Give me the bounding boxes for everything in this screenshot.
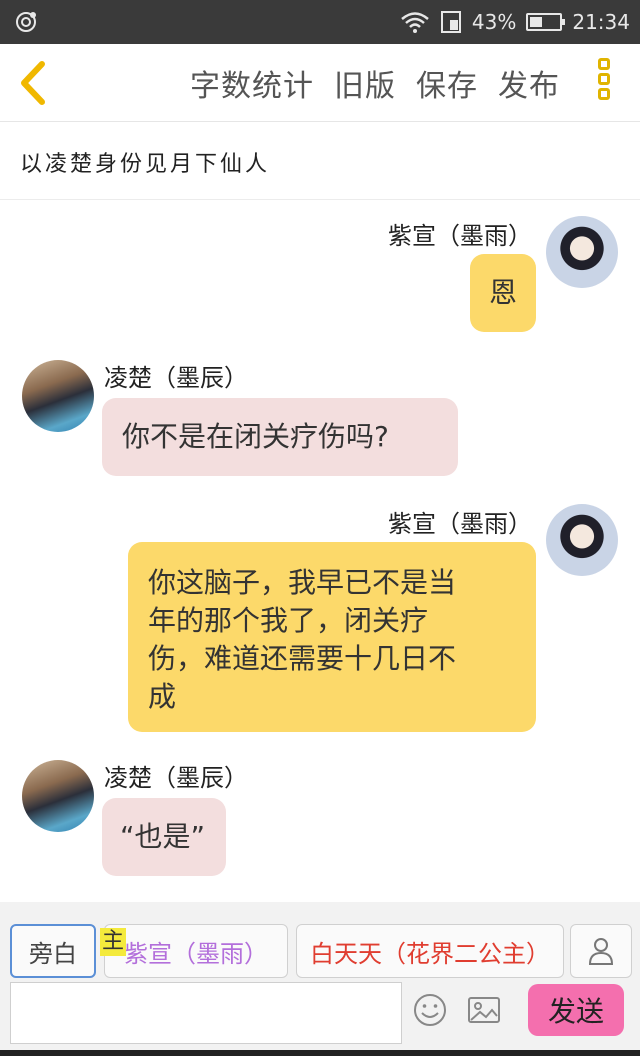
sim-card-icon [440, 11, 461, 33]
message-input[interactable] [10, 982, 402, 1044]
speaker-name: 凌楚（墨辰） [104, 764, 248, 792]
message-bubble[interactable]: 恩 [470, 254, 536, 332]
toolbar-actions: 字数统计 旧版 保存 发布 [190, 44, 560, 122]
more-menu-icon[interactable] [598, 58, 618, 108]
save-button[interactable]: 保存 [416, 61, 478, 105]
avatar[interactable] [546, 216, 618, 288]
message-line: 年的那个我了，闭关疗 [148, 604, 429, 637]
nav-bar-edge [0, 1050, 640, 1056]
image-icon[interactable] [466, 992, 502, 1028]
emoji-icon[interactable] [412, 992, 448, 1028]
speaker-name: 紫宣（墨雨） [388, 510, 532, 538]
message-line: 伤，难道还需要十几日不 [148, 642, 457, 675]
story-title: 以凌楚身份见月下仙人 [20, 152, 271, 177]
main-role-badge: 主 [100, 928, 127, 956]
role-selector-bar: 旁白 紫宣（墨雨） 主 白天天（花界二公主） [0, 902, 640, 978]
role-label: 紫宣（墨雨） [124, 939, 268, 968]
role-label: 白天天（花界二公主） [310, 939, 550, 968]
avatar[interactable] [22, 360, 94, 432]
avatar[interactable] [546, 504, 618, 576]
story-title-bar[interactable]: 以凌楚身份见月下仙人 [0, 122, 640, 200]
role-button-baitiantian[interactable]: 白天天（花界二公主） [296, 924, 564, 978]
message-text: 你不是在闭关疗伤吗? [122, 420, 389, 453]
speaker-name: 紫宣（墨雨） [388, 222, 532, 250]
chat-thread: 紫宣（墨雨） 恩 凌楚（墨辰） 你不是在闭关疗伤吗? 紫宣（墨雨） 你这脑子，我… [0, 200, 640, 902]
battery-percent: 43% [471, 10, 517, 34]
status-bar: 43% 21:34 [0, 0, 640, 44]
speaker-name: 凌楚（墨辰） [104, 364, 248, 392]
message-input-bar: 发送 [0, 978, 640, 1056]
back-chevron-icon[interactable] [14, 60, 54, 106]
battery-icon [526, 13, 566, 31]
old-version-button[interactable]: 旧版 [334, 61, 396, 105]
editor-toolbar: 字数统计 旧版 保存 发布 [0, 44, 640, 122]
person-icon [588, 938, 614, 965]
publish-button[interactable]: 发布 [498, 61, 560, 105]
message-bubble[interactable]: 你这脑子，我早已不是当 年的那个我了，闭关疗 伤，难道还需要十几日不 成 [128, 542, 536, 732]
message-text: “也是” [120, 820, 206, 853]
message-bubble[interactable]: “也是” [102, 798, 226, 876]
add-role-button[interactable] [570, 924, 632, 978]
wifi-icon [401, 12, 429, 33]
message-text: 恩 [488, 276, 517, 309]
send-button[interactable]: 发送 [528, 984, 624, 1036]
role-button-zixuan[interactable]: 紫宣（墨雨） [104, 924, 288, 978]
avatar[interactable] [22, 760, 94, 832]
message-line: 成 [148, 680, 177, 713]
notification-icon [16, 12, 36, 32]
message-bubble[interactable]: 你不是在闭关疗伤吗? [102, 398, 458, 476]
clock: 21:34 [572, 10, 630, 34]
narration-role-button[interactable]: 旁白 [10, 924, 96, 978]
word-count-button[interactable]: 字数统计 [190, 61, 314, 105]
message-line: 你这脑子，我早已不是当 [148, 566, 457, 599]
